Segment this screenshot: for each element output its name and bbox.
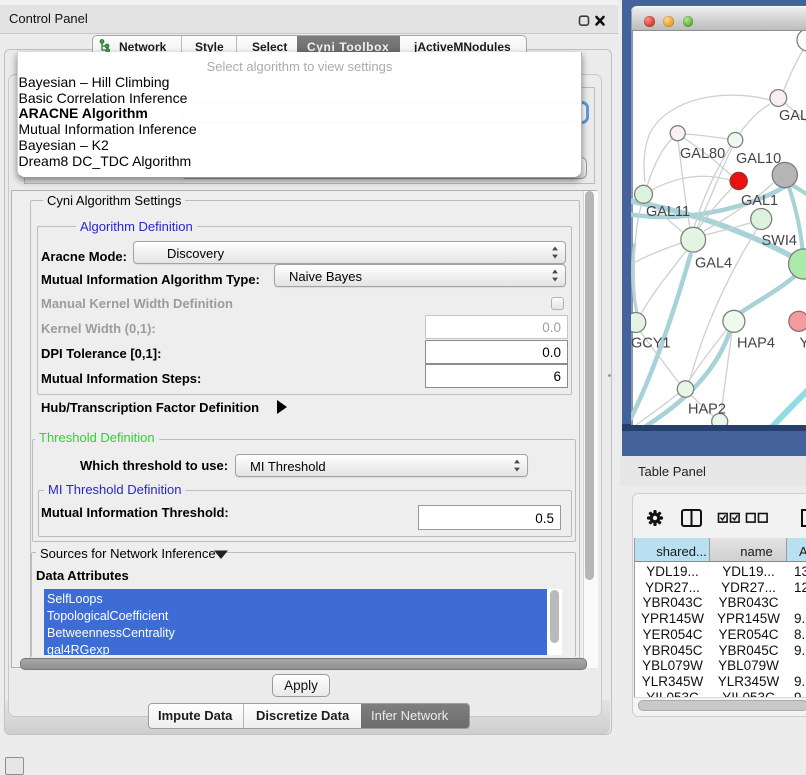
svg-text:GCY1: GCY1 [631,336,671,352]
svg-text:Y: Y [800,336,806,352]
svg-text:HAP2: HAP2 [688,402,726,418]
svg-text:HAP4: HAP4 [737,336,775,352]
svg-text:GAL4: GAL4 [695,256,732,272]
svg-text:GAL10: GAL10 [736,151,781,167]
svg-text:SWI4: SWI4 [762,233,797,249]
svg-text:GAL11: GAL11 [646,204,690,220]
svg-text:GAL7: GAL7 [779,108,806,124]
svg-text:GAL1: GAL1 [741,193,778,209]
svg-text:GAL80: GAL80 [680,146,725,162]
